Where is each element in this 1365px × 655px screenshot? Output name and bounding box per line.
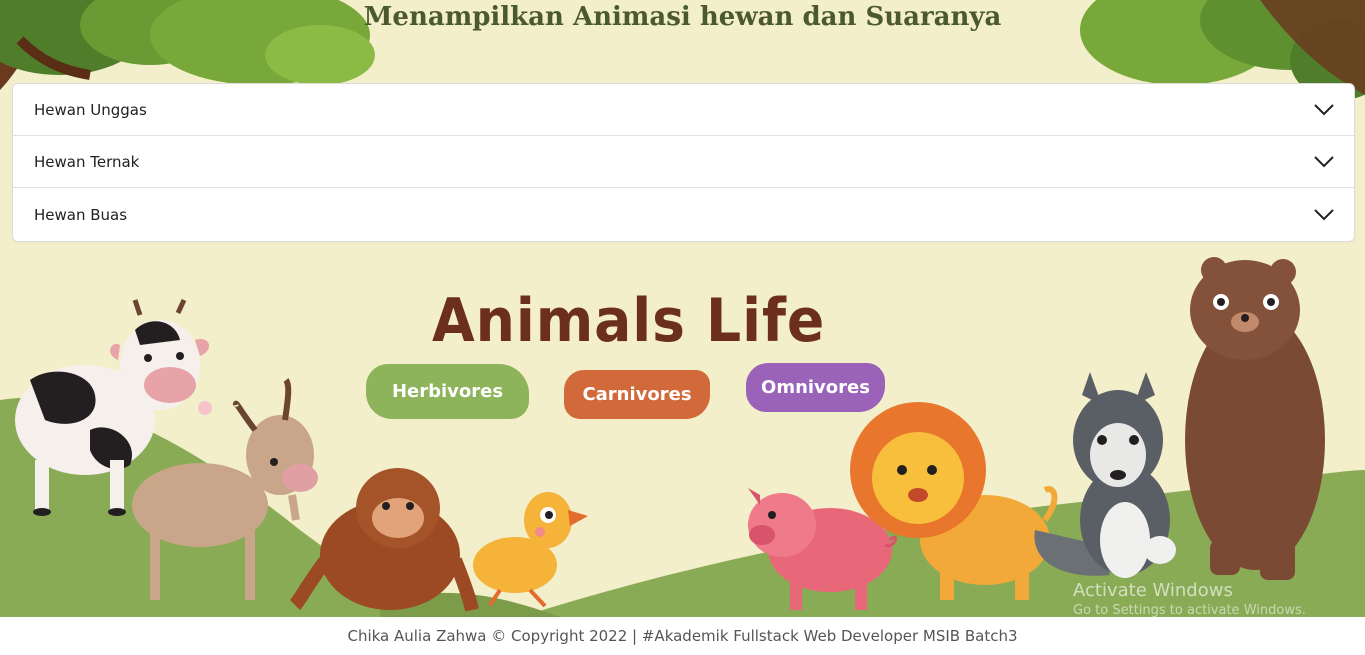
page-title: Menampilkan Animasi hewan dan Suaranya (363, 2, 1002, 32)
carnivores-badge: Carnivores (564, 370, 710, 419)
animal-accordion: Hewan Unggas Hewan Ternak Hewan Buas (12, 83, 1355, 242)
accordion-item-hewan-unggas[interactable]: Hewan Unggas (13, 84, 1354, 136)
omnivores-badge: Omnivores (746, 363, 885, 412)
watermark-subtitle: Go to Settings to activate Windows. (1073, 603, 1306, 617)
watermark-title: Activate Windows (1073, 580, 1233, 601)
chevron-down-icon (1314, 155, 1334, 167)
banner-scene: Menampilkan Animasi hewan dan Suaranya H… (0, 0, 1365, 617)
animals-life-headline: Animals Life (432, 286, 826, 356)
duckling-illustration (473, 492, 588, 608)
accordion-item-label: Hewan Ternak (34, 152, 140, 171)
chevron-down-icon (1314, 208, 1334, 220)
accordion-item-hewan-ternak[interactable]: Hewan Ternak (13, 136, 1354, 188)
herbivores-badge: Herbivores (366, 364, 529, 419)
bear-illustration (1185, 257, 1325, 580)
activate-windows-watermark: Activate Windows Go to Settings to activ… (1073, 580, 1306, 617)
footer: Chika Aulia Zahwa © Copyright 2022 | #Ak… (0, 617, 1365, 655)
accordion-item-hewan-buas[interactable]: Hewan Buas (13, 188, 1354, 241)
chevron-down-icon (1314, 103, 1334, 115)
accordion-item-label: Hewan Unggas (34, 100, 147, 119)
wolf-illustration (1034, 372, 1176, 578)
accordion-item-label: Hewan Buas (34, 205, 128, 224)
footer-text: Chika Aulia Zahwa © Copyright 2022 | #Ak… (347, 627, 1018, 645)
